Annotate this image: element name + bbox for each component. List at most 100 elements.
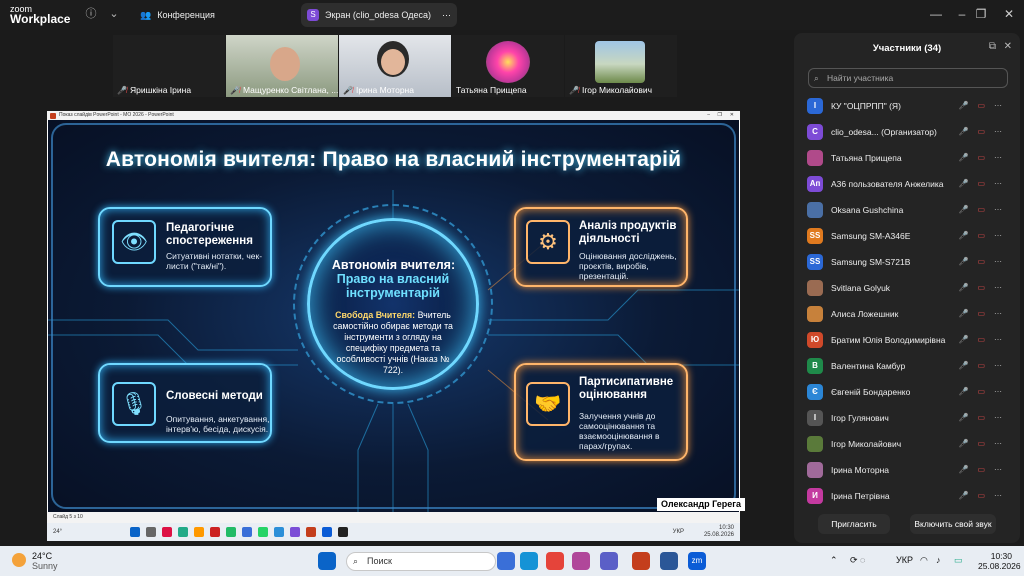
ppt-close-icon[interactable]: ✕ [730, 111, 734, 120]
participant-status-icons: 🎤 ▭ ⋯ [958, 379, 1002, 405]
restore-icon[interactable]: ❐ [972, 5, 990, 23]
participant-row[interactable]: SS Samsung SM-A346E 🎤 ▭ ⋯ [794, 223, 1020, 249]
powerpoint-icon[interactable] [632, 552, 650, 570]
mic-icon: 🎤 [958, 179, 969, 188]
video-tile[interactable]: Татьяна Прищепа [452, 35, 564, 97]
ppt-restore-icon[interactable]: ❐ [718, 111, 722, 120]
participant-row[interactable]: І КУ "ОЦПРПП" (Я) 🎤 ▭ ⋯ [794, 93, 1020, 119]
ppt-minimize-icon[interactable]: – [707, 111, 710, 120]
camera-off-icon: ▭ [977, 283, 985, 292]
more-options-icon[interactable]: ⋯ [994, 353, 1002, 379]
taskbar-search-input[interactable]: ⌕ Поиск [346, 552, 496, 571]
center-lead: Свобода Вчителя: [335, 310, 416, 320]
tab-screen-share[interactable]: S Экран (clio_odesa Одеса) ⋯ [301, 3, 457, 27]
weather-widget[interactable]: 24°C Sunny [32, 551, 58, 571]
more-options-icon[interactable]: ⋯ [994, 119, 1002, 145]
participant-row[interactable]: Svitlana Golyuk 🎤 ▭ ⋯ [794, 275, 1020, 301]
participant-row[interactable]: И Ірина Петрівна 🎤 ▭ ⋯ [794, 483, 1020, 509]
video-tile[interactable]: 🎤̸ Ірина Моторна [339, 35, 451, 97]
participant-status-icons: 🎤 ▭ ⋯ [958, 93, 1002, 119]
participant-row[interactable]: Є Євгеній Бондаренко 🎤 ▭ ⋯ [794, 379, 1020, 405]
popout-icon[interactable]: ⧉ [989, 41, 996, 52]
tab-conference[interactable]: 👥 Конференция [134, 3, 221, 27]
wifi-icon[interactable]: ◠ [920, 555, 928, 566]
participant-row[interactable]: Ап А36 пользователя Анжелика 🎤 ▭ ⋯ [794, 171, 1020, 197]
participant-row[interactable]: В Валентина Камбур 🎤 ▭ ⋯ [794, 353, 1020, 379]
participant-row[interactable]: І Ігор Гулянович 🎤 ▭ ⋯ [794, 405, 1020, 431]
app-icon [338, 527, 349, 537]
tray-icons[interactable]: ⟳ ◌ [850, 555, 865, 566]
participant-status-icons: 🎤 ▭ ⋯ [958, 145, 1002, 171]
volume-icon[interactable]: ♪ [936, 555, 941, 565]
tile-name-text: Яришкіна Ірина [129, 85, 192, 95]
mic-icon: 🎤 [958, 101, 969, 110]
clock-time: 10:30 [990, 551, 1012, 561]
windows-start-icon[interactable] [318, 552, 336, 570]
tile-name-text: Мащуренко Світлана, ... [242, 85, 338, 95]
video-tile[interactable]: 🎤̸ Яришкіна Ірина [113, 35, 225, 97]
info-icon[interactable]: ⓘ [84, 7, 98, 21]
clock[interactable]: 10:30 25.08.2026 [978, 551, 1021, 571]
inner-weather: 24° [53, 529, 63, 535]
panel-text: Опитування, анкетування, інтерв'ю, бесід… [166, 414, 270, 434]
mic-icon: 🎤 [958, 283, 969, 292]
more-options-icon[interactable]: ⋯ [994, 223, 1002, 249]
edge-icon[interactable] [520, 552, 538, 570]
windows-start-icon [130, 527, 141, 537]
invite-button[interactable]: Пригласить [818, 514, 890, 534]
participants-icon: 👥 [140, 9, 152, 20]
slide-canvas: Автономія вчителя: Право на власний інст… [48, 120, 739, 512]
participant-row[interactable]: Ю Братим Юлія Володимирівна 🎤 ▭ ⋯ [794, 327, 1020, 353]
close-panel-icon[interactable]: ✕ [1004, 41, 1012, 52]
participant-name: Ірина Петрівна [831, 491, 890, 501]
inner-lang: УКР [672, 529, 684, 535]
slide-counter: Слайд 5 з 10 [53, 514, 83, 520]
more-options-icon[interactable]: ⋯ [994, 93, 1002, 119]
participant-row[interactable]: Oksana Gushchina 🎤 ▭ ⋯ [794, 197, 1020, 223]
more-options-icon[interactable]: ⋯ [994, 379, 1002, 405]
participant-row[interactable]: Алиса Ложешник 🎤 ▭ ⋯ [794, 301, 1020, 327]
avatar: І [807, 98, 823, 114]
video-tile[interactable]: 🎤̸ Ігор Миколайович [565, 35, 677, 97]
app-icon [178, 527, 189, 537]
participant-name: Svitlana Golyuk [831, 283, 891, 293]
taskbar-search-placeholder: Поиск [367, 556, 392, 566]
minimize-icon[interactable]: — [927, 5, 945, 23]
more-options-icon[interactable]: ⋯ [994, 405, 1002, 431]
participant-row[interactable]: Татьяна Прищепа 🎤 ▭ ⋯ [794, 145, 1020, 171]
participant-row[interactable]: Ігор Миколайович 🎤 ▭ ⋯ [794, 431, 1020, 457]
more-options-icon[interactable]: ⋯ [994, 249, 1002, 275]
more-options-icon[interactable]: ⋯ [994, 145, 1002, 171]
minimize-icon-2[interactable]: – [953, 5, 971, 23]
more-icon[interactable]: ⋯ [442, 10, 451, 21]
battery-icon[interactable]: ▭ [954, 555, 963, 566]
more-options-icon[interactable]: ⋯ [994, 431, 1002, 457]
zoom-icon[interactable]: zm [688, 552, 706, 570]
more-options-icon[interactable]: ⋯ [994, 483, 1002, 509]
teams-icon[interactable] [600, 552, 618, 570]
more-options-icon[interactable]: ⋯ [994, 171, 1002, 197]
chevron-down-icon[interactable]: ⌄ [107, 7, 121, 21]
participant-row[interactable]: SS Samsung SM-S721B 🎤 ▭ ⋯ [794, 249, 1020, 275]
unmute-self-button[interactable]: Включить свой звук [910, 514, 996, 534]
more-options-icon[interactable]: ⋯ [994, 301, 1002, 327]
camera-off-icon: ▭ [977, 231, 985, 240]
panel-heading: Партисипативне оцінювання [579, 376, 674, 401]
video-tile[interactable]: 🎤̸ Мащуренко Світлана, ... [226, 35, 338, 97]
copilot-icon[interactable] [572, 552, 590, 570]
task-view-icon[interactable] [497, 552, 515, 570]
more-options-icon[interactable]: ⋯ [994, 457, 1002, 483]
more-options-icon[interactable]: ⋯ [994, 275, 1002, 301]
participant-search-input[interactable]: ⌕ Найти участника [808, 68, 1008, 88]
close-icon[interactable]: ✕ [1000, 5, 1018, 23]
more-options-icon[interactable]: ⋯ [994, 197, 1002, 223]
language-indicator[interactable]: УКР [896, 555, 913, 565]
word-icon[interactable] [660, 552, 678, 570]
participant-row[interactable]: Cclio_odesa... (Организатор) 🎤 ▭ ⋯ [794, 119, 1020, 145]
tile-name-text: Татьяна Прищепа [456, 85, 527, 95]
participant-name: Samsung SM-S721B [831, 257, 911, 267]
more-options-icon[interactable]: ⋯ [994, 327, 1002, 353]
chevron-up-icon[interactable]: ⌃ [830, 555, 838, 566]
participant-row[interactable]: Ірина Моторна 🎤 ▭ ⋯ [794, 457, 1020, 483]
chrome-icon[interactable] [546, 552, 564, 570]
